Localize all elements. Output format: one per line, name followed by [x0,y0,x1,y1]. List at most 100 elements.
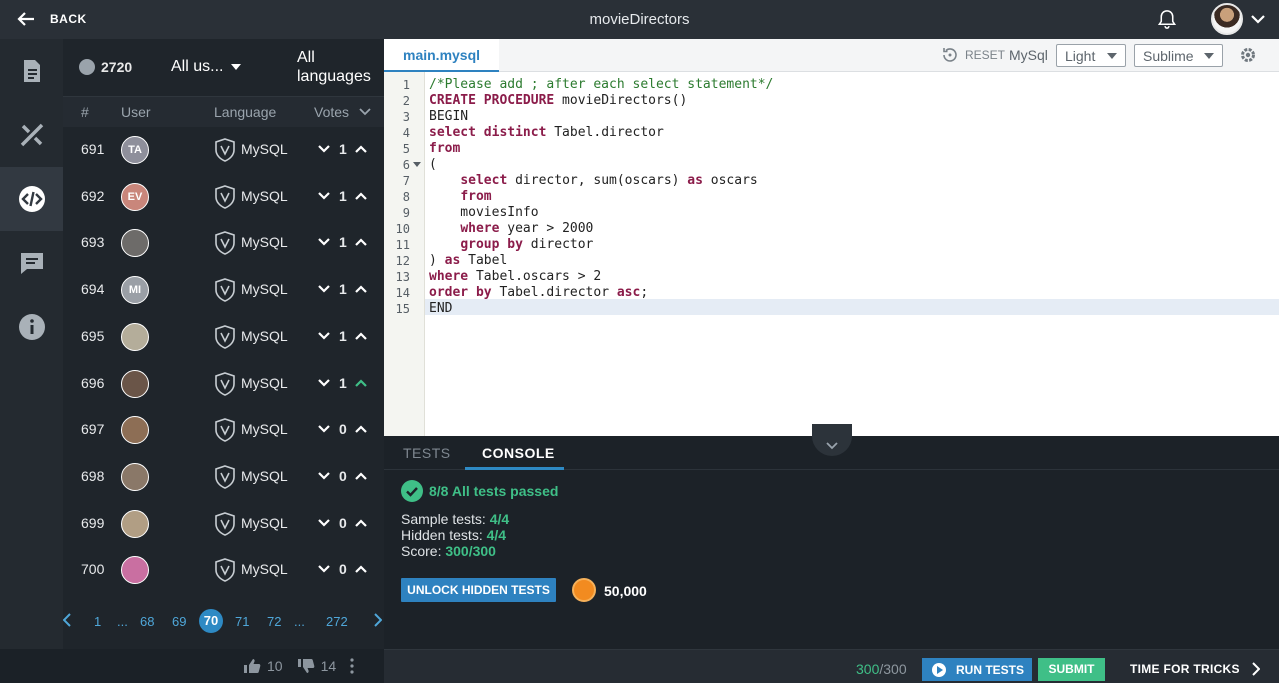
upvote-icon[interactable] [354,235,368,249]
page-71[interactable]: 71 [235,614,249,629]
play-icon [932,662,946,677]
avatar[interactable]: MI [121,276,149,305]
user-avatar[interactable] [1211,3,1243,35]
table-row[interactable]: 692 EV MySQL 1 [63,174,384,220]
code-editor[interactable]: 1 2 3 4 5 6 7 8 9 10 11 12 13 14 15 /*Please add ; aft… [384,72,1279,436]
reset-button[interactable]: RESET [941,46,1005,64]
upvote-icon[interactable] [354,329,368,343]
downvote-icon[interactable] [317,329,331,343]
table-row[interactable]: 699 MySQL 0 [63,501,384,547]
page-272[interactable]: 272 [326,614,348,629]
rail-comments[interactable] [0,231,63,295]
submit-button[interactable]: SUBMIT [1038,658,1105,681]
next-page-icon[interactable] [374,613,382,627]
rail-solutions[interactable] [0,167,63,231]
keymap-select[interactable]: Sublime [1134,44,1223,67]
table-row[interactable]: 700 MySQL 0 [63,547,384,593]
table-row[interactable]: 697 MySQL 0 [63,407,384,453]
upvote-icon[interactable] [354,376,368,390]
rail-description[interactable] [0,39,63,103]
table-row[interactable]: 694 MI MySQL 1 [63,267,384,313]
mysql-shield-icon [215,418,235,443]
languages-filter-dropdown[interactable]: All languages [297,48,377,86]
test-stats: Sample tests: 4/4 Hidden tests: 4/4 Scor… [401,511,509,559]
bell-icon[interactable] [1157,9,1177,30]
row-language: MySQL [241,421,288,438]
avatar[interactable] [121,556,149,585]
rail-info[interactable] [0,295,63,359]
downvote-icon[interactable] [317,562,331,576]
page-68[interactable]: 68 [140,614,154,629]
row-number: 693 [81,234,105,251]
downvote-icon[interactable] [317,469,331,483]
downvote-icon[interactable] [317,235,331,249]
avatar[interactable] [121,369,149,398]
hidden-tests-label: Hidden tests: [401,527,483,543]
page-current[interactable]: 70 [199,609,223,633]
line-number: 3 [402,110,410,124]
theme-select[interactable]: Light [1056,44,1126,67]
downvote-icon[interactable] [317,282,331,296]
upvote-icon[interactable] [354,142,368,156]
upvote-icon[interactable] [354,189,368,203]
solutions-count-value: 2720 [101,59,133,75]
file-tab-main[interactable]: main.mysql [384,39,500,72]
unlock-hidden-tests-button[interactable]: UNLOCK HIDDEN TESTS [401,578,556,602]
page-72[interactable]: 72 [267,614,281,629]
upvote-icon[interactable] [354,282,368,296]
row-language: MySQL [241,561,288,578]
avatar[interactable]: TA [121,136,149,164]
avatar[interactable]: EV [121,182,149,211]
mysql-shield-icon [215,558,235,583]
col-votes[interactable]: Votes [314,104,349,120]
rail-tools[interactable] [0,103,63,167]
fold-arrow-icon[interactable] [413,162,421,168]
row-number: 692 [81,187,105,204]
downvote-icon[interactable] [317,142,331,156]
page-1[interactable]: 1 [94,614,101,629]
more-vertical-icon[interactable] [350,658,354,674]
table-header: # User Language Votes [63,97,384,127]
line-number: 2 [402,94,410,108]
table-row[interactable]: 696 MySQL 1 [63,361,384,407]
sort-chevron-icon[interactable] [359,108,371,116]
upvote-icon[interactable] [354,516,368,530]
like-button[interactable]: 10 [243,658,283,674]
prev-page-icon[interactable] [63,613,71,627]
caret-down-icon [1107,52,1117,59]
run-tests-button[interactable]: RUN TESTS [922,658,1032,681]
avatar[interactable] [121,229,149,258]
line-number: 15 [395,302,410,316]
code-content[interactable]: /*Please add ; after each select stateme… [429,77,773,317]
theme-value: Light [1065,47,1096,64]
dislike-button[interactable]: 14 [297,658,336,674]
row-number: 697 [81,421,105,438]
bottom-bar: 300/300 RUN TESTS SUBMIT TIME FOR TRICKS [384,649,1279,683]
upvote-icon[interactable] [354,562,368,576]
line-number: 6 [402,158,410,172]
downvote-icon[interactable] [317,422,331,436]
page-69[interactable]: 69 [172,614,186,629]
tab-console[interactable]: CONSOLE [482,445,555,461]
avatar[interactable] [121,416,149,445]
time-for-tricks-button[interactable]: TIME FOR TRICKS [1130,662,1260,676]
downvote-icon[interactable] [317,376,331,390]
users-filter-dropdown[interactable]: All us... [171,58,242,76]
avatar[interactable] [121,322,149,351]
avatar[interactable] [121,462,149,491]
table-row[interactable]: 693 MySQL 1 [63,220,384,266]
tab-tests[interactable]: TESTS [403,445,451,461]
upvote-icon[interactable] [354,422,368,436]
upvote-icon[interactable] [354,469,368,483]
downvote-icon[interactable] [317,189,331,203]
table-row[interactable]: 698 MySQL 0 [63,454,384,500]
chevron-down-icon [826,442,838,450]
score-earned: 300 [856,661,880,677]
gear-icon[interactable] [1239,46,1257,64]
table-row[interactable]: 691 TA MySQL 1 [63,127,384,173]
pagination: 1 ... 68 69 70 71 72 ... 272 [63,605,384,635]
downvote-icon[interactable] [317,516,331,530]
chevron-down-icon[interactable] [1250,13,1266,25]
table-row[interactable]: 695 MySQL 1 [63,314,384,360]
avatar[interactable] [121,509,149,538]
